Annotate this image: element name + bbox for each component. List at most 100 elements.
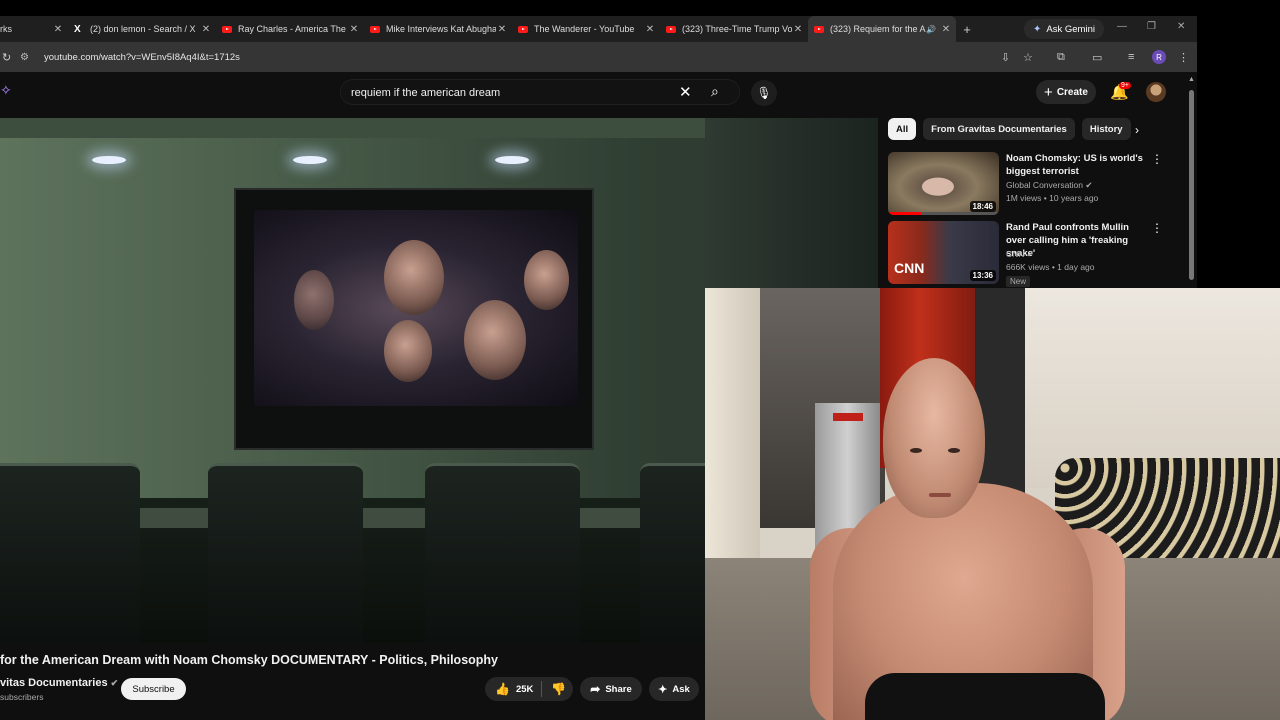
video-frame-crowd-face [384, 240, 444, 315]
video-title[interactable]: Noam Chomsky: US is world's biggest terr… [1006, 152, 1146, 178]
tab-label: Ray Charles - America The B [238, 24, 348, 34]
recommended-video[interactable]: CNN 13:36 Rand Paul confronts Mullin ove… [888, 221, 1188, 287]
screen-right-border [1197, 16, 1280, 288]
close-icon[interactable]: ✕ [644, 24, 656, 35]
video-meta: 1M views • 10 years ago [1006, 193, 1099, 203]
youtube-icon [222, 25, 232, 33]
recommended-video[interactable]: 18:46 Noam Chomsky: US is world's bigges… [888, 152, 1188, 216]
site-info-icon[interactable]: ⚙ [20, 52, 34, 63]
url-field[interactable]: ⚙ youtube.com/watch?v=WEnv5I8Aq4I&t=1712… [20, 47, 1100, 67]
tab-label: The Wanderer - YouTube [534, 24, 635, 34]
tab-label: rks [0, 24, 12, 34]
video-frame-crowd-face [384, 320, 432, 382]
thumbs-up-icon: 👍 [495, 682, 510, 696]
verified-check-icon: ✔ [1085, 180, 1093, 190]
bookmark-star-icon[interactable]: ☆ [1023, 51, 1033, 64]
video-player[interactable] [0, 118, 705, 643]
scrollbar-thumb[interactable] [1189, 90, 1194, 280]
tab-0[interactable]: rks ✕ [0, 16, 68, 42]
share-arrow-icon: ➦ [590, 682, 601, 696]
chip-from-channel[interactable]: From Gravitas Documentaries [923, 118, 1075, 140]
thumbs-down-icon[interactable]: 👎 [542, 682, 566, 696]
ask-gemini-label: Ask Gemini [1046, 23, 1095, 35]
close-icon[interactable]: ✕ [940, 24, 952, 35]
scroll-up-arrow-icon[interactable]: ▲ [1188, 76, 1195, 83]
video-frame-ceiling [0, 118, 705, 138]
menu-kebab-icon[interactable]: ⋮ [1178, 51, 1189, 64]
voice-search-mic-icon[interactable]: 🎙 [751, 80, 777, 106]
tab-label: (323) Three-Time Trump Vot [682, 24, 792, 34]
cnn-logo-icon: CNN [894, 260, 925, 276]
verified-check-icon: ✔ [1026, 249, 1034, 259]
browser-profile-avatar[interactable]: R [1152, 50, 1166, 64]
video-frame-chair [208, 463, 363, 643]
tab-3[interactable]: Mike Interviews Kat Abugha ✕ [364, 16, 512, 42]
watch-progress-bar [888, 212, 999, 215]
channel-name-text: CNN [1006, 249, 1025, 259]
media-control-icon[interactable]: ≡ [1128, 51, 1134, 63]
chevron-right-icon[interactable]: › [1135, 123, 1139, 137]
tab-label: (323) Requiem for the A [830, 24, 926, 34]
close-icon[interactable]: ✕ [200, 24, 212, 35]
video-frame-light [92, 156, 126, 164]
search-box: ✕ ⌕ [340, 79, 740, 105]
more-options-icon[interactable]: ⋮ [1151, 221, 1163, 235]
subscribe-button[interactable]: Subscribe [121, 678, 186, 700]
tab-label: (2) don lemon - Search / X [90, 24, 196, 34]
clear-search-icon[interactable]: ✕ [679, 83, 692, 101]
video-frame-tv-screen [254, 210, 578, 406]
tab-4[interactable]: The Wanderer - YouTube ✕ [512, 16, 660, 42]
tab-2[interactable]: Ray Charles - America The B ✕ [216, 16, 364, 42]
channel-name-link[interactable]: vitas Documentaries ✔ [0, 677, 118, 689]
close-icon[interactable]: ✕ [348, 24, 360, 35]
install-icon[interactable]: ⇩ [1001, 51, 1010, 64]
extensions-icon[interactable]: ⧉ [1057, 51, 1065, 64]
video-meta: 666K views • 1 day ago [1006, 262, 1095, 272]
share-button[interactable]: ➦ Share [580, 677, 642, 701]
chip-history[interactable]: History [1081, 118, 1131, 140]
new-badge: New [1006, 276, 1031, 287]
youtube-icon [814, 25, 824, 33]
tab-5[interactable]: (323) Three-Time Trump Vot ✕ [660, 16, 808, 42]
video-frame-light [293, 156, 327, 164]
speaker-icon[interactable]: 🔊 [926, 25, 936, 34]
tab-1[interactable]: X (2) don lemon - Search / X ✕ [68, 16, 216, 42]
duration-badge: 18:46 [969, 201, 996, 212]
address-bar-row: ↻ ⚙ youtube.com/watch?v=WEnv5I8Aq4I&t=17… [0, 42, 1197, 72]
like-button[interactable]: 👍 25K [485, 681, 543, 697]
channel-name-text: Global Conversation [1006, 180, 1084, 190]
split-view-icon[interactable]: ▭ [1092, 51, 1102, 64]
close-icon[interactable]: ✕ [496, 24, 508, 35]
create-button[interactable]: + Create [1036, 80, 1096, 104]
video-title-heading: for the American Dream with Noam Chomsky… [0, 653, 498, 667]
like-dislike-group: 👍 25K 👎 [485, 677, 573, 701]
webcam-overlay [705, 288, 1280, 720]
channel-name[interactable]: Global Conversation ✔ [1006, 180, 1093, 191]
search-icon[interactable]: ⌕ [711, 83, 719, 100]
webcam-person-eye [910, 448, 922, 453]
close-icon[interactable]: ✕ [792, 24, 804, 35]
channel-name-text: vitas Documentaries [0, 677, 108, 689]
new-tab-icon[interactable]: + [956, 22, 978, 37]
related-sidebar: All From Gravitas Documentaries History … [878, 118, 1185, 288]
filter-chips: All From Gravitas Documentaries History [888, 118, 1131, 142]
video-thumbnail[interactable]: CNN 13:36 [888, 221, 999, 284]
more-options-icon[interactable]: ⋮ [1151, 152, 1163, 166]
minimize-icon[interactable]: — [1117, 21, 1127, 32]
maximize-icon[interactable]: ❐ [1147, 21, 1156, 32]
duration-badge: 13:36 [969, 270, 996, 281]
share-label: Share [605, 683, 632, 695]
video-frame-tv [234, 188, 594, 450]
search-input[interactable] [351, 84, 671, 102]
reload-icon[interactable]: ↻ [2, 51, 11, 64]
window-close-icon[interactable]: ✕ [1177, 21, 1185, 32]
ask-button[interactable]: ✦ Ask [649, 677, 699, 701]
ask-gemini-button[interactable]: ✦ Ask Gemini [1024, 19, 1104, 39]
video-thumbnail[interactable]: 18:46 [888, 152, 999, 215]
close-icon[interactable]: ✕ [52, 24, 64, 35]
account-avatar[interactable] [1146, 82, 1166, 102]
tab-6-active[interactable]: (323) Requiem for the A 🔊 ✕ [808, 16, 956, 42]
youtube-doodle-logo-icon[interactable]: ✧ [0, 82, 22, 102]
chip-all[interactable]: All [888, 118, 917, 140]
channel-name[interactable]: CNN ✔ [1006, 249, 1034, 260]
